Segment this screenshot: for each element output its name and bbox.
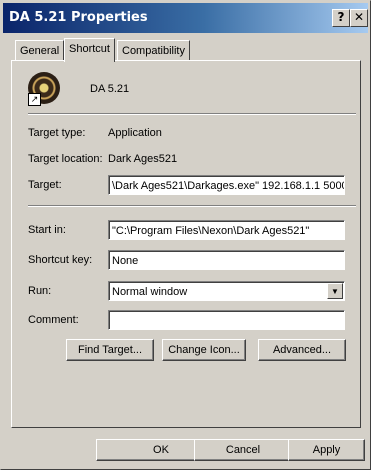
shortcut-panel: ↗ DA 5.21 Target type: Application Targe… — [11, 60, 361, 428]
tab-general[interactable]: General — [15, 40, 65, 61]
target-location-label: Target location: — [28, 153, 103, 165]
target-label: Target: — [28, 179, 62, 191]
run-select[interactable]: Normal window ▼ — [108, 281, 345, 301]
target-type-value: Application — [108, 127, 162, 139]
window-title: DA 5.21 Properties — [9, 10, 148, 25]
cancel-button[interactable]: Cancel — [194, 439, 292, 461]
comment-label: Comment: — [28, 314, 79, 326]
help-button[interactable]: ? — [332, 9, 350, 27]
start-in-label: Start in: — [28, 224, 66, 236]
shortcut-key-input[interactable]: None — [108, 250, 345, 270]
target-input[interactable]: \Dark Ages521\Darkages.exe" 192.168.1.1 … — [108, 175, 345, 195]
tab-compatibility[interactable]: Compatibility — [117, 40, 190, 61]
close-button[interactable]: ✕ — [350, 9, 368, 27]
find-target-button[interactable]: Find Target... — [66, 339, 154, 361]
comment-input[interactable] — [108, 310, 345, 330]
chevron-down-icon[interactable]: ▼ — [327, 283, 343, 299]
properties-window: DA 5.21 Properties ? ✕ General Shortcut … — [0, 0, 371, 470]
shortcut-name: DA 5.21 — [90, 83, 130, 95]
separator — [28, 113, 356, 115]
advanced-button[interactable]: Advanced... — [258, 339, 346, 361]
run-label: Run: — [28, 285, 52, 297]
run-select-value: Normal window — [112, 286, 188, 298]
change-icon-button[interactable]: Change Icon... — [162, 339, 246, 361]
target-type-label: Target type: — [28, 127, 86, 139]
shortcut-arrow-icon: ↗ — [28, 93, 41, 106]
target-location-value: Dark Ages521 — [108, 153, 178, 165]
title-bar[interactable]: DA 5.21 Properties ? ✕ — [3, 3, 368, 33]
start-in-input[interactable]: "C:\Program Files\Nexon\Dark Ages521" — [108, 220, 345, 240]
separator — [28, 205, 356, 207]
shortcut-key-label: Shortcut key: — [28, 254, 93, 266]
tab-shortcut[interactable]: Shortcut — [64, 38, 115, 62]
apply-button[interactable]: Apply — [288, 439, 365, 461]
